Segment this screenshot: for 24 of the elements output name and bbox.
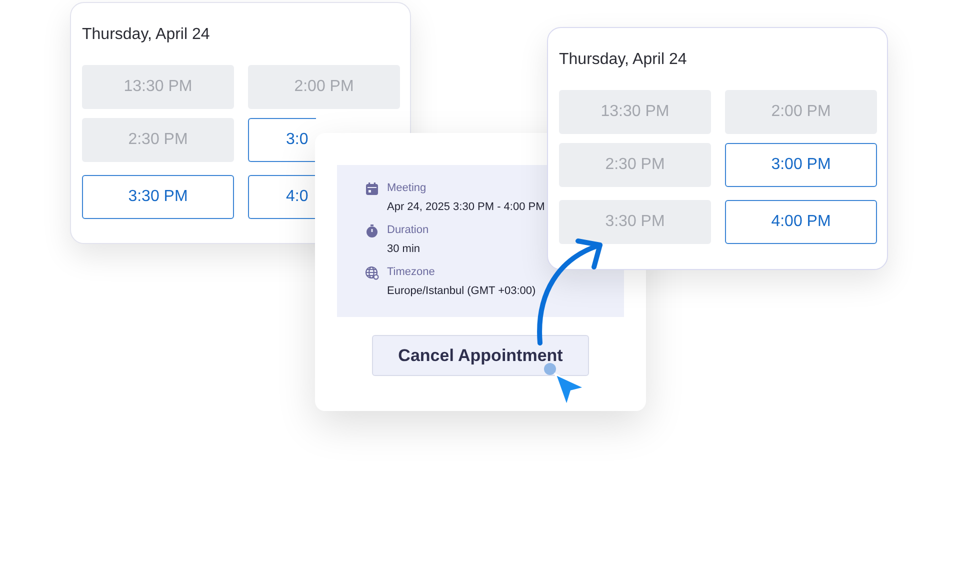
time-slot-button[interactable]: 3:00 PM xyxy=(725,143,877,187)
detail-label: Timezone xyxy=(387,265,436,279)
detail-value: Europe/Istanbul (GMT +03:00) xyxy=(387,284,536,298)
detail-label: Duration xyxy=(387,223,429,237)
cancel-appointment-button[interactable]: Cancel Appointment xyxy=(372,335,589,376)
time-slot-button[interactable]: 2:00 PM xyxy=(248,65,400,109)
time-slot-button[interactable]: 2:00 PM xyxy=(725,90,877,134)
detail-value: 30 min xyxy=(387,242,422,256)
date-title: Thursday, April 24 xyxy=(82,25,211,45)
date-title: Thursday, April 24 xyxy=(559,50,688,70)
time-slot-button[interactable]: 4:00 PM xyxy=(725,200,877,244)
time-slot-button[interactable]: 4:0 xyxy=(248,175,316,219)
time-slot-button[interactable]: 2:30 PM xyxy=(82,118,234,162)
time-slot-button[interactable]: 3:0 xyxy=(248,118,316,162)
time-slot-button[interactable]: 2:30 PM xyxy=(559,143,711,187)
detail-label: Meeting xyxy=(387,181,428,195)
time-slot-button[interactable]: 13:30 PM xyxy=(559,90,711,134)
stopwatch-icon xyxy=(365,224,379,238)
time-slot-button[interactable]: 3:30 PM xyxy=(559,200,711,244)
globe-icon xyxy=(365,266,379,280)
detail-value: Apr 24, 2025 3:30 PM - 4:00 PM xyxy=(387,200,545,214)
calendar-icon xyxy=(365,182,379,196)
time-slot-button[interactable]: 3:30 PM xyxy=(82,175,234,219)
time-slot-button[interactable]: 13:30 PM xyxy=(82,65,234,109)
